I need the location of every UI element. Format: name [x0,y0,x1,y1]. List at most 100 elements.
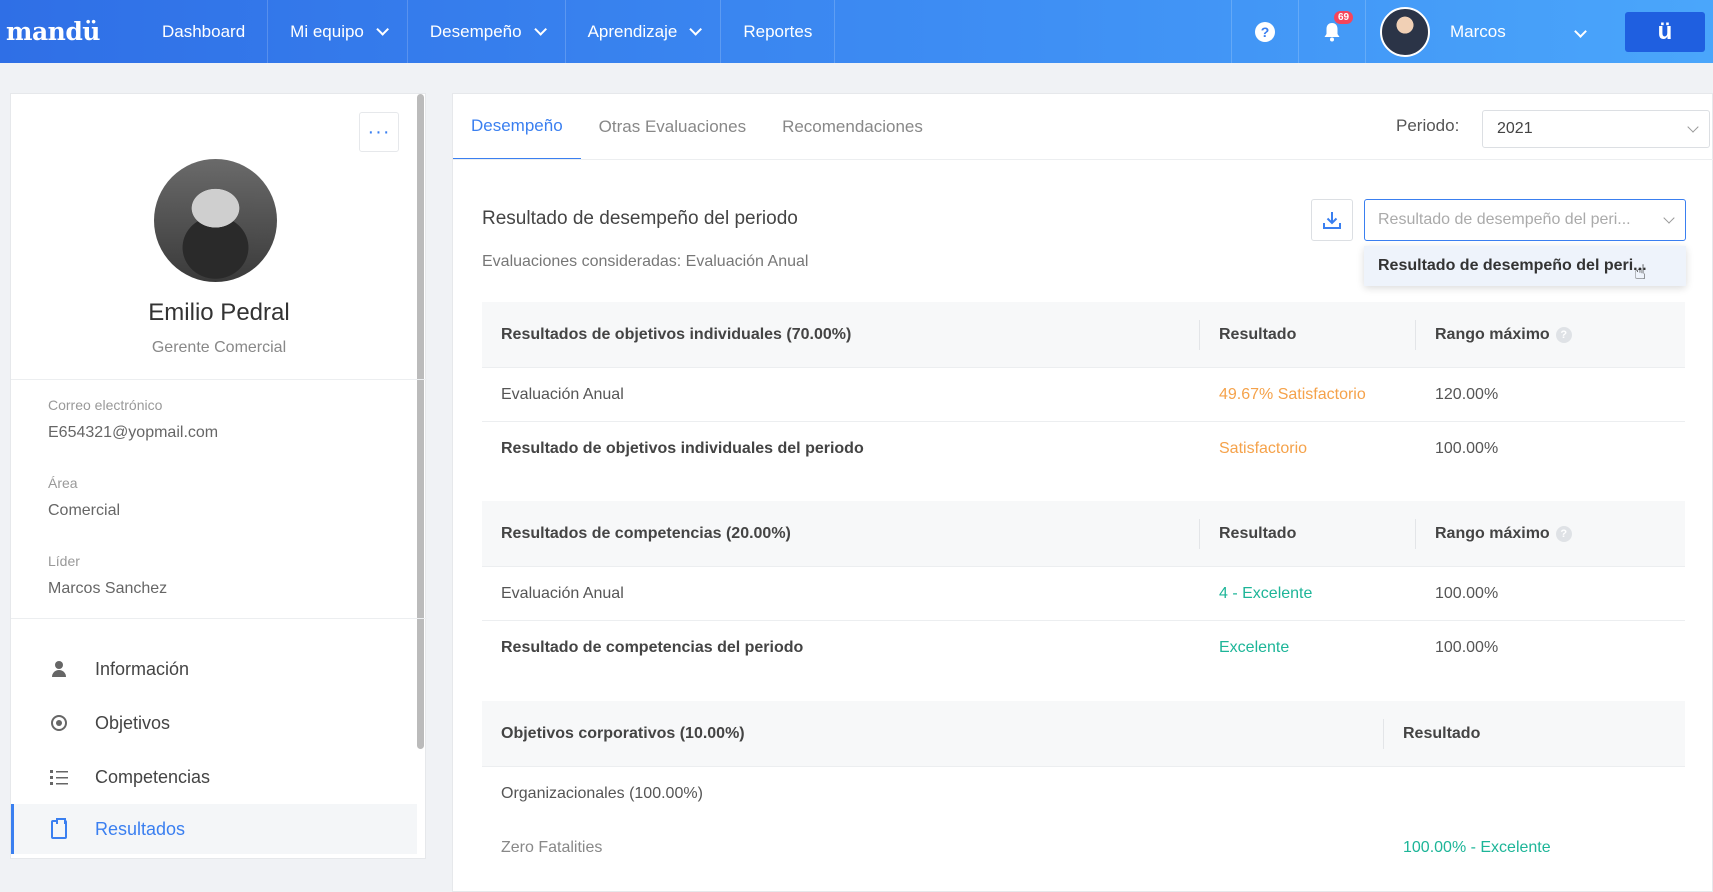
nav-dashboard[interactable]: Dashboard [140,0,269,63]
row-max: 100.00% [1435,584,1499,602]
target-icon [48,715,70,731]
table-row: Evaluación Anual 4 - Excelente 100.00% [482,567,1685,621]
brand-button[interactable]: ü [1625,11,1705,52]
column-header-max: Rango máximo? [1435,501,1572,566]
table-header-title: Resultados de objetivos individuales (70… [501,325,852,343]
nav-label: Desempeño [429,21,522,41]
row-result: Satisfactorio [1219,440,1308,457]
leader-value: Marcos Sanchez [48,580,168,597]
row-name: Evaluación Anual [501,385,624,403]
user-name: Marcos [1450,21,1506,41]
area-label: Área [48,475,78,491]
period-label: Periodo: [1396,116,1460,135]
divider [11,379,427,380]
table-header: Objetivos corporativos (10.00%) Resultad… [482,701,1685,767]
tab-bar: Desempeño Otras Evaluaciones Recomendaci… [453,94,941,160]
area-value: Comercial [48,502,121,519]
tab-otras-evaluaciones[interactable]: Otras Evaluaciones [581,94,764,160]
column-header-result: Resultado [1403,724,1481,742]
row-name: Resultado de competencias del periodo [501,639,804,656]
competencies-table: Resultados de competencias (20.00%) Resu… [482,501,1685,675]
nav-reportes[interactable]: Reportes [721,0,836,63]
row-max: 100.00% [1435,440,1499,457]
chevron-down-icon [533,23,547,36]
sidebar-item-label: Información [95,658,190,679]
tab-desempeno[interactable]: Desempeño [453,94,581,160]
row-name: Evaluación Anual [501,584,624,602]
result-type-placeholder: Resultado de desempeño del peri... [1378,211,1631,228]
period-value: 2021 [1497,120,1533,137]
notification-badge: 69 [1334,11,1354,24]
user-menu[interactable]: Marcos [1365,0,1611,63]
table-header-title: Resultados de competencias (20.00%) [501,524,791,542]
employee-name: Emilio Pedral [148,299,290,326]
column-header-max-label: Rango máximo [1435,325,1550,343]
chevron-down-icon [689,23,703,36]
table-row: Resultado de competencias del periodo Ex… [482,621,1685,675]
sidebar-item-objetivos[interactable]: Objetivos [11,698,417,748]
sidebar-item-informacion[interactable]: Información [11,644,417,694]
chevron-down-icon [1663,212,1675,224]
objectives-table: Resultados de objetivos individuales (70… [482,302,1685,476]
sidebar-item-competencias[interactable]: Competencias [11,752,417,802]
column-divider [1415,519,1416,549]
column-header-result: Resultado [1219,325,1297,343]
period-select[interactable]: 2021 [1482,110,1710,148]
employee-role: Gerente Comercial [151,339,287,356]
column-divider [1415,320,1416,350]
help-icon[interactable]: ? [1555,326,1572,343]
chevron-down-icon [1574,25,1587,38]
app-logo[interactable]: mandü [6,17,140,46]
employee-avatar [154,159,277,282]
table-row: Zero Fatalities 100.00% - Excelente [482,821,1685,875]
nav-label: Dashboard [162,21,246,41]
leader-label: Líder [48,553,80,569]
tabs-divider [453,159,1713,160]
row-name: Zero Fatalities [501,839,603,856]
person-icon [48,661,70,677]
nav-aprendizaje[interactable]: Aprendizaje [566,0,722,63]
download-button[interactable] [1311,199,1353,241]
sidebar-item-resultados[interactable]: Resultados [11,804,417,854]
top-navbar: mandü Dashboard Mi equipo Desempeño Apre… [0,0,1713,63]
tab-recomendaciones[interactable]: Recomendaciones [764,94,941,160]
nav-desempeno[interactable]: Desempeño [408,0,566,63]
section-subtitle: Evaluaciones consideradas: Evaluación An… [482,253,809,270]
table-row: Resultado de objetivos individuales del … [482,422,1685,476]
result-type-select[interactable]: Resultado de desempeño del peri... [1364,199,1686,241]
column-header-max: Rango máximo? [1435,302,1572,367]
notifications-button[interactable]: 69 [1298,0,1365,63]
results-panel: Desempeño Otras Evaluaciones Recomendaci… [452,93,1713,892]
table-row: Evaluación Anual 49.67% Satisfactorio 12… [482,368,1685,422]
sidebar-item-label: Competencias [95,766,211,787]
more-options-button[interactable]: ··· [359,112,399,152]
list-icon [48,769,70,785]
row-result: 4 - Excelente [1219,584,1313,602]
sidebar-scrollbar[interactable] [417,94,424,749]
table-header: Resultados de objetivos individuales (70… [482,302,1685,368]
nav-mi-equipo[interactable]: Mi equipo [268,0,408,63]
profile-card: ··· Emilio Pedral Gerente Comercial Corr… [10,93,427,859]
table-row: Organizacionales (100.00%) [482,767,1685,821]
column-header-result: Resultado [1219,524,1297,542]
corporate-objectives-table: Objetivos corporativos (10.00%) Resultad… [482,701,1685,875]
bell-icon [1324,22,1340,41]
row-name: Organizacionales (100.00%) [501,785,703,802]
help-button[interactable]: ? [1231,0,1298,63]
table-header-title: Objetivos corporativos (10.00%) [501,724,745,742]
row-max: 120.00% [1435,385,1499,403]
column-divider [1383,719,1384,749]
column-divider [1199,519,1200,549]
help-icon[interactable]: ? [1555,525,1572,542]
table-header: Resultados de competencias (20.00%) Resu… [482,501,1685,567]
chevron-down-icon [1687,121,1699,133]
row-result: Excelente [1219,639,1290,656]
nav-label: Mi equipo [290,21,364,41]
user-avatar [1380,6,1430,57]
pointer-cursor-icon: ☝ [1634,262,1647,284]
nav-label: Reportes [743,21,813,41]
sidebar-item-label: Resultados [95,818,186,839]
row-max: 100.00% [1435,639,1499,656]
email-label: Correo electrónico [48,397,163,413]
row-result: 100.00% - Excelente [1403,839,1551,856]
